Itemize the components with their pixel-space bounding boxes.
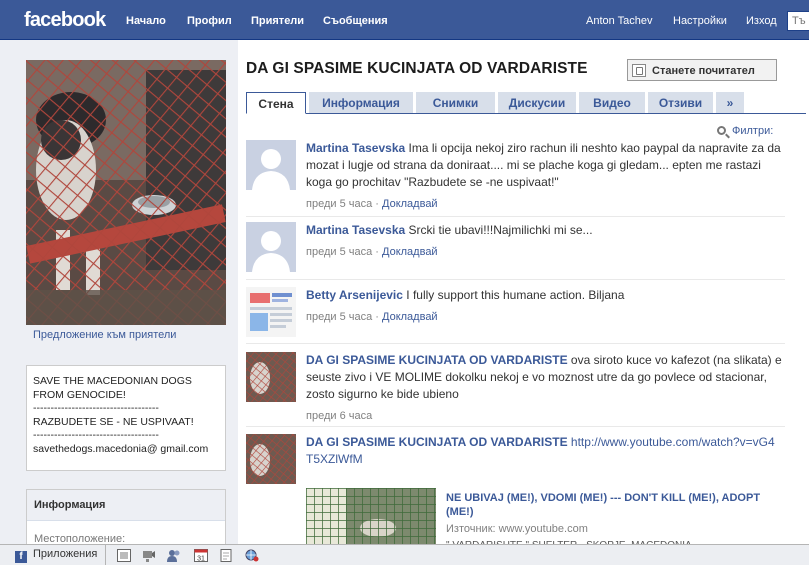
avatar[interactable]	[246, 287, 296, 337]
wall-post: Martina Tasevska Ima li opcija nekoj zir…	[246, 140, 785, 217]
post-time: преди 5 часа	[306, 311, 373, 323]
post-meta: преди 6 часа	[306, 408, 782, 425]
report-link[interactable]: Докладвай	[382, 246, 438, 258]
become-fan-button[interactable]: Станете почитател	[627, 59, 777, 81]
wall-post: Martina Tasevska Srcki tie ubavi!!!Najmi…	[246, 222, 785, 280]
facebook-f-icon: f	[15, 551, 27, 563]
post-meta: преди 5 часа · Докладвай	[306, 196, 782, 213]
post-text: Srcki tie ubavi!!!Najmilichki mi se...	[408, 223, 593, 237]
info-box-title: Информация	[27, 490, 225, 521]
facebook-logo[interactable]: facebook	[24, 9, 106, 32]
post-meta: преди 5 часа · Докладвай	[306, 244, 782, 261]
default-avatar-icon	[246, 222, 296, 272]
user-photo-thumbnail	[246, 287, 296, 337]
search-input[interactable]: Тъ	[787, 11, 809, 31]
tab-video[interactable]: Видео	[579, 92, 645, 113]
magnifier-icon	[717, 126, 726, 135]
network-globe-icon[interactable]	[245, 549, 259, 562]
bio-line: RAZBUDETE SE - NE USPIVAAT!	[33, 415, 194, 428]
nav-profile[interactable]: Профил	[187, 15, 232, 27]
post-body: DA GI SPASIME KUCINJATA OD VARDARISTE ht…	[306, 434, 782, 468]
calendar-day: 31	[197, 556, 205, 563]
bio-email: savethedogs.macedonia@ gmail.com	[33, 442, 209, 455]
post-body: Martina Tasevska Ima li opcija nekoj zir…	[306, 140, 782, 213]
notes-icon[interactable]	[219, 549, 233, 562]
video-thumbnail-image	[306, 488, 436, 550]
meta-separator: ·	[375, 311, 379, 323]
post-author[interactable]: Martina Tasevska	[306, 141, 405, 155]
suggest-to-friends-link[interactable]: Предложение към приятели	[33, 329, 176, 341]
bio-divider: ------------------------------------	[33, 429, 159, 441]
nav-logout[interactable]: Изход	[746, 15, 777, 27]
tab-photos[interactable]: Снимки	[416, 92, 495, 113]
avatar[interactable]	[246, 434, 296, 484]
filter-control[interactable]: Филтри:	[717, 125, 773, 137]
meta-separator: ·	[375, 198, 379, 210]
post-author[interactable]: DA GI SPASIME KUCINJATA OD VARDARISTE	[306, 353, 568, 367]
post-time: преди 5 часа	[306, 198, 373, 210]
avatar[interactable]	[246, 352, 296, 402]
page-title: DA GI SPASIME KUCINJATA OD VARDARISTE	[246, 60, 588, 77]
wall-post: Betty Arsenijevic I fully support this h…	[246, 287, 785, 344]
nav-messages[interactable]: Съобщения	[323, 15, 388, 27]
video-title[interactable]: NE UBIVAJ (ME!), VDOMI (ME!) --- DON'T K…	[446, 491, 786, 519]
post-body: Martina Tasevska Srcki tie ubavi!!!Najmi…	[306, 222, 782, 261]
nav-home[interactable]: Начало	[126, 15, 166, 27]
nav-friends[interactable]: Приятели	[251, 15, 304, 27]
applications-label: Приложения	[33, 548, 98, 560]
post-text: I fully support this humane action. Bilj…	[406, 288, 625, 302]
video-source: Източник: www.youtube.com	[446, 523, 588, 535]
post-author[interactable]: Martina Tasevska	[306, 223, 405, 237]
profile-tabs: Стена Информация Снимки Дискусии Видео О…	[246, 92, 806, 114]
page-avatar-thumbnail	[246, 352, 296, 402]
meta-separator: ·	[375, 246, 379, 258]
default-avatar-icon	[246, 140, 296, 190]
calendar-icon[interactable]: 31	[194, 549, 208, 562]
tab-wall[interactable]: Стена	[246, 92, 306, 114]
post-time: преди 5 часа	[306, 246, 373, 258]
tab-discussions[interactable]: Дискусии	[498, 92, 576, 113]
video-thumbnail[interactable]	[306, 488, 436, 550]
applications-icon[interactable]	[117, 549, 131, 562]
bottom-app-bar: f Приложения 31	[0, 544, 809, 565]
wall-post: DA GI SPASIME KUCINJATA OD VARDARISTE ov…	[246, 352, 785, 427]
avatar[interactable]	[246, 222, 296, 272]
bio-divider: ------------------------------------	[33, 402, 159, 414]
page-avatar-thumbnail	[246, 434, 296, 484]
tab-more[interactable]: »	[716, 92, 744, 113]
tab-reviews[interactable]: Отзиви	[648, 92, 713, 113]
applications-button[interactable]: f Приложения	[0, 545, 106, 565]
tab-info[interactable]: Информация	[309, 92, 413, 113]
post-body: Betty Arsenijevic I fully support this h…	[306, 287, 782, 326]
caged-dog-image	[26, 60, 226, 325]
fan-icon	[632, 64, 646, 77]
bio-line: SAVE THE MACEDONIAN DOGS FROM GENOCIDE!	[33, 375, 192, 401]
profile-photo[interactable]	[26, 60, 226, 325]
filter-label: Филтри:	[732, 125, 774, 137]
report-link[interactable]: Докладвай	[382, 311, 438, 323]
become-fan-label: Станете почитател	[652, 65, 755, 77]
avatar[interactable]	[246, 140, 296, 190]
post-time: преди 6 часа	[306, 410, 373, 422]
report-link[interactable]: Докладвай	[382, 198, 438, 210]
nav-user-name[interactable]: Anton Tachev	[586, 15, 652, 27]
friends-icon[interactable]	[167, 549, 181, 562]
chat-video-icon[interactable]	[142, 549, 156, 562]
post-author[interactable]: Betty Arsenijevic	[306, 288, 403, 302]
post-meta: преди 5 часа · Докладвай	[306, 309, 782, 326]
post-author[interactable]: DA GI SPASIME KUCINJATA OD VARDARISTE	[306, 435, 568, 449]
bio-box: SAVE THE MACEDONIAN DOGS FROM GENOCIDE! …	[26, 365, 226, 471]
top-navigation-bar: facebook Начало Профил Приятели Съобщени…	[0, 0, 809, 40]
nav-settings[interactable]: Настройки	[673, 15, 727, 27]
post-body: DA GI SPASIME KUCINJATA OD VARDARISTE ov…	[306, 352, 782, 425]
